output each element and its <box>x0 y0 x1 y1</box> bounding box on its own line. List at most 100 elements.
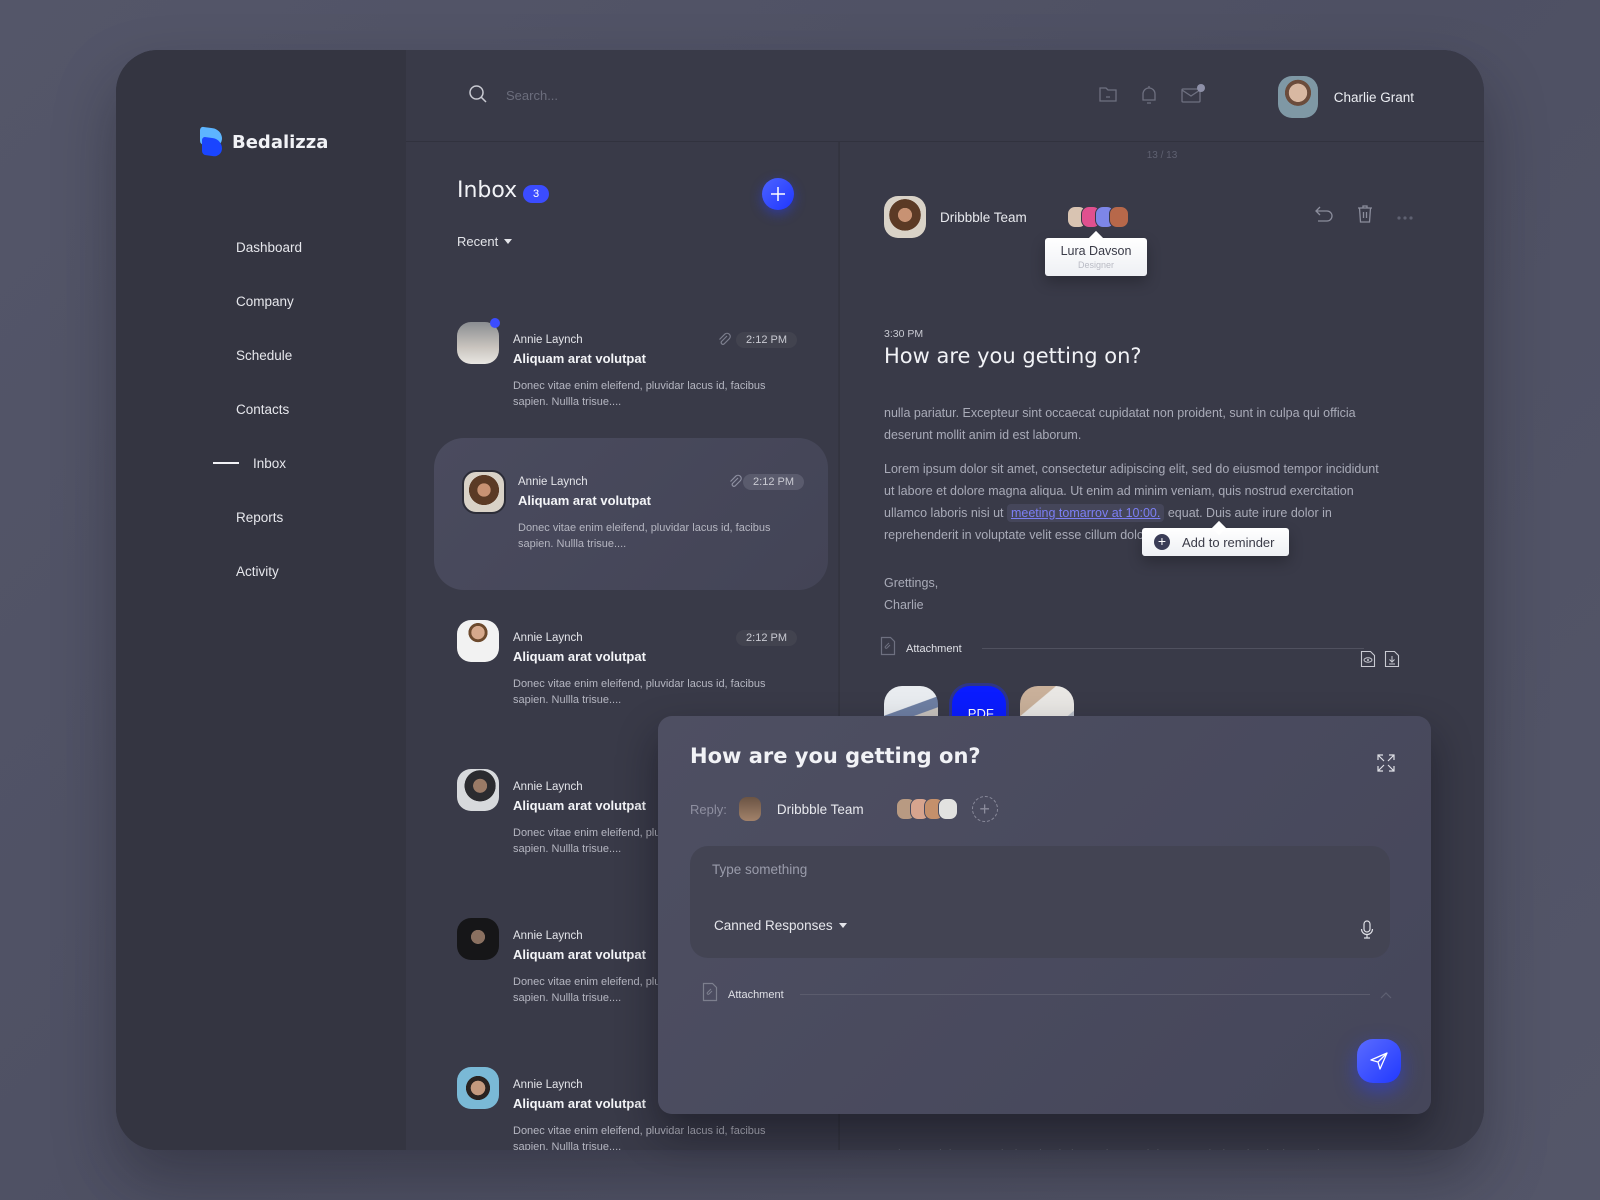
search-input[interactable] <box>506 82 906 108</box>
sidebar-item-label: Schedule <box>236 347 293 363</box>
sidebar-item-label: Contacts <box>236 401 290 417</box>
trash-icon[interactable] <box>1356 204 1374 229</box>
message-subject: Aliquam arat volutpat <box>513 649 646 664</box>
sender-avatar <box>462 470 506 514</box>
message-counter: 13 / 13 <box>1146 150 1178 161</box>
sidebar-item-activity[interactable]: Activity <box>116 544 406 598</box>
reply-textarea[interactable] <box>712 862 1352 902</box>
sidebar-item-label: Inbox <box>253 455 287 471</box>
add-to-reminder-button[interactable]: + Add to reminder <box>1142 528 1289 556</box>
reminder-label: Add to reminder <box>1182 534 1275 550</box>
sidebar-item-label: Company <box>236 293 294 309</box>
message-list-item[interactable]: Annie Laynch Aliquam arat volutpat Donec… <box>457 620 797 730</box>
message-title: How are you getting on? <box>884 344 1142 368</box>
recipient-avatar[interactable] <box>1108 206 1129 228</box>
microphone-icon[interactable] <box>1360 920 1374 945</box>
message-list-item-selected[interactable]: Annie Laynch Aliquam arat volutpat Donec… <box>434 438 828 590</box>
reply-recipient-name[interactable]: Dribbble Team <box>777 802 864 817</box>
unread-count-badge: 3 <box>523 185 549 203</box>
preview-file-icon[interactable] <box>1360 650 1376 673</box>
reply-avatar[interactable] <box>738 797 761 821</box>
message-paragraph: Lorem ipsum dolor sit amet, consectetur … <box>884 458 1384 546</box>
message-header: Dribbble Team <box>884 196 1129 238</box>
brand-logo[interactable]: Bedalizza <box>200 126 329 158</box>
sender-name[interactable]: Dribbble Team <box>940 210 1027 225</box>
signature: Charlie <box>884 598 924 612</box>
tooltip-role: Designer <box>1077 260 1115 270</box>
more-options-icon[interactable] <box>1396 208 1414 226</box>
plus-icon <box>771 187 785 201</box>
attachment-tools <box>1360 650 1400 673</box>
sidebar-item-company[interactable]: Company <box>116 274 406 328</box>
message-sender: Annie Laynch <box>513 632 583 644</box>
compose-reply-panel: How are you getting on? Reply: Dribbble … <box>658 716 1431 1114</box>
folder-icon[interactable] <box>1098 84 1118 109</box>
reply-recipients: Reply: Dribbble Team + <box>690 796 998 822</box>
message-actions <box>1314 204 1414 229</box>
sidebar-item-contacts[interactable]: Contacts <box>116 382 406 436</box>
attachment-file-icon <box>880 636 896 661</box>
add-recipient-button[interactable]: + <box>971 796 998 822</box>
sidebar-nav: Dashboard Company Schedule Contacts Inbo… <box>116 220 406 598</box>
chevron-up-icon[interactable] <box>1380 986 1392 1004</box>
bell-icon[interactable] <box>1140 84 1158 111</box>
message-sender: Annie Laynch <box>513 334 583 346</box>
recipient-tooltip: Lura Davson Designer <box>1045 238 1147 276</box>
logo-icon <box>200 126 222 158</box>
sidebar-item-label: Dashboard <box>236 239 303 255</box>
sidebar-item-schedule[interactable]: Schedule <box>116 328 406 382</box>
sidebar-item-reports[interactable]: Reports <box>116 490 406 544</box>
message-subject: Aliquam arat volutpat <box>513 1096 646 1111</box>
sender-avatar[interactable] <box>884 196 926 238</box>
message-sender: Annie Laynch <box>513 930 583 942</box>
message-time: 2:12 PM <box>743 474 804 490</box>
sender-avatar <box>457 1067 499 1109</box>
attachment-label: Attachment <box>728 988 784 1001</box>
message-sender: Annie Laynch <box>518 476 588 488</box>
compose-subject: How are you getting on? <box>690 744 981 768</box>
plus-circle-icon: + <box>1154 534 1170 550</box>
sidebar-item-label: Reports <box>236 509 284 525</box>
paperclip-icon <box>717 332 731 353</box>
unread-indicator <box>490 318 500 328</box>
message-list-item[interactable]: Annie Laynch Aliquam arat volutpat Donec… <box>457 318 797 432</box>
hidden-message-text: ipsum dolor amet, lodn adse is lorem ips… <box>898 1144 1378 1150</box>
divider <box>799 994 1370 995</box>
sender-avatar <box>457 769 499 811</box>
search-icon[interactable] <box>468 84 488 109</box>
sidebar-item-inbox[interactable]: Inbox <box>116 436 406 490</box>
download-file-icon[interactable] <box>1384 650 1400 673</box>
brand-name: Bedalizza <box>232 131 329 153</box>
message-time: 3:30 PM <box>884 328 924 340</box>
sender-avatar <box>457 620 499 662</box>
message-paragraph: nulla pariatur. Excepteur sint occaecat … <box>884 406 1356 442</box>
recipients-avatar-stack[interactable] <box>895 798 958 820</box>
sidebar: Bedalizza Dashboard Company Schedule Con… <box>116 50 406 1150</box>
send-icon <box>1370 1052 1388 1070</box>
active-indicator <box>213 462 239 464</box>
sort-dropdown[interactable]: Recent <box>457 234 513 249</box>
new-message-button[interactable] <box>762 178 794 210</box>
canned-responses-dropdown[interactable]: Canned Responses <box>714 918 847 933</box>
message-preview: Donec vitae enim eleifend, pluvidar lacu… <box>518 522 771 550</box>
plus-icon: + <box>979 798 990 819</box>
reply-label: Reply: <box>690 801 727 817</box>
message-time: 2:12 PM <box>736 630 797 646</box>
reply-icon[interactable] <box>1314 205 1334 228</box>
message-preview: Donec vitae enim eleifend, pluvidar lacu… <box>513 1125 766 1150</box>
compose-attachment-section: Attachment <box>702 982 1392 1007</box>
tooltip-name: Lura Davson <box>1060 244 1132 258</box>
recipients-avatar-stack[interactable] <box>1066 206 1129 228</box>
mail-icon[interactable] <box>1180 84 1206 109</box>
caret-down-icon <box>838 923 847 928</box>
sender-avatar <box>457 322 499 364</box>
send-button[interactable] <box>1357 1039 1401 1083</box>
sidebar-item-dashboard[interactable]: Dashboard <box>116 220 406 274</box>
message-subject: Aliquam arat volutpat <box>513 798 646 813</box>
user-menu[interactable]: Charlie Grant <box>1277 76 1414 118</box>
expand-icon[interactable] <box>1377 754 1395 777</box>
meeting-link[interactable]: meeting tomarrov at 10:00. <box>1006 504 1165 522</box>
recipient-avatar[interactable] <box>937 798 958 820</box>
message-sender: Annie Laynch <box>513 781 583 793</box>
top-bar: Charlie Grant <box>406 50 1484 142</box>
